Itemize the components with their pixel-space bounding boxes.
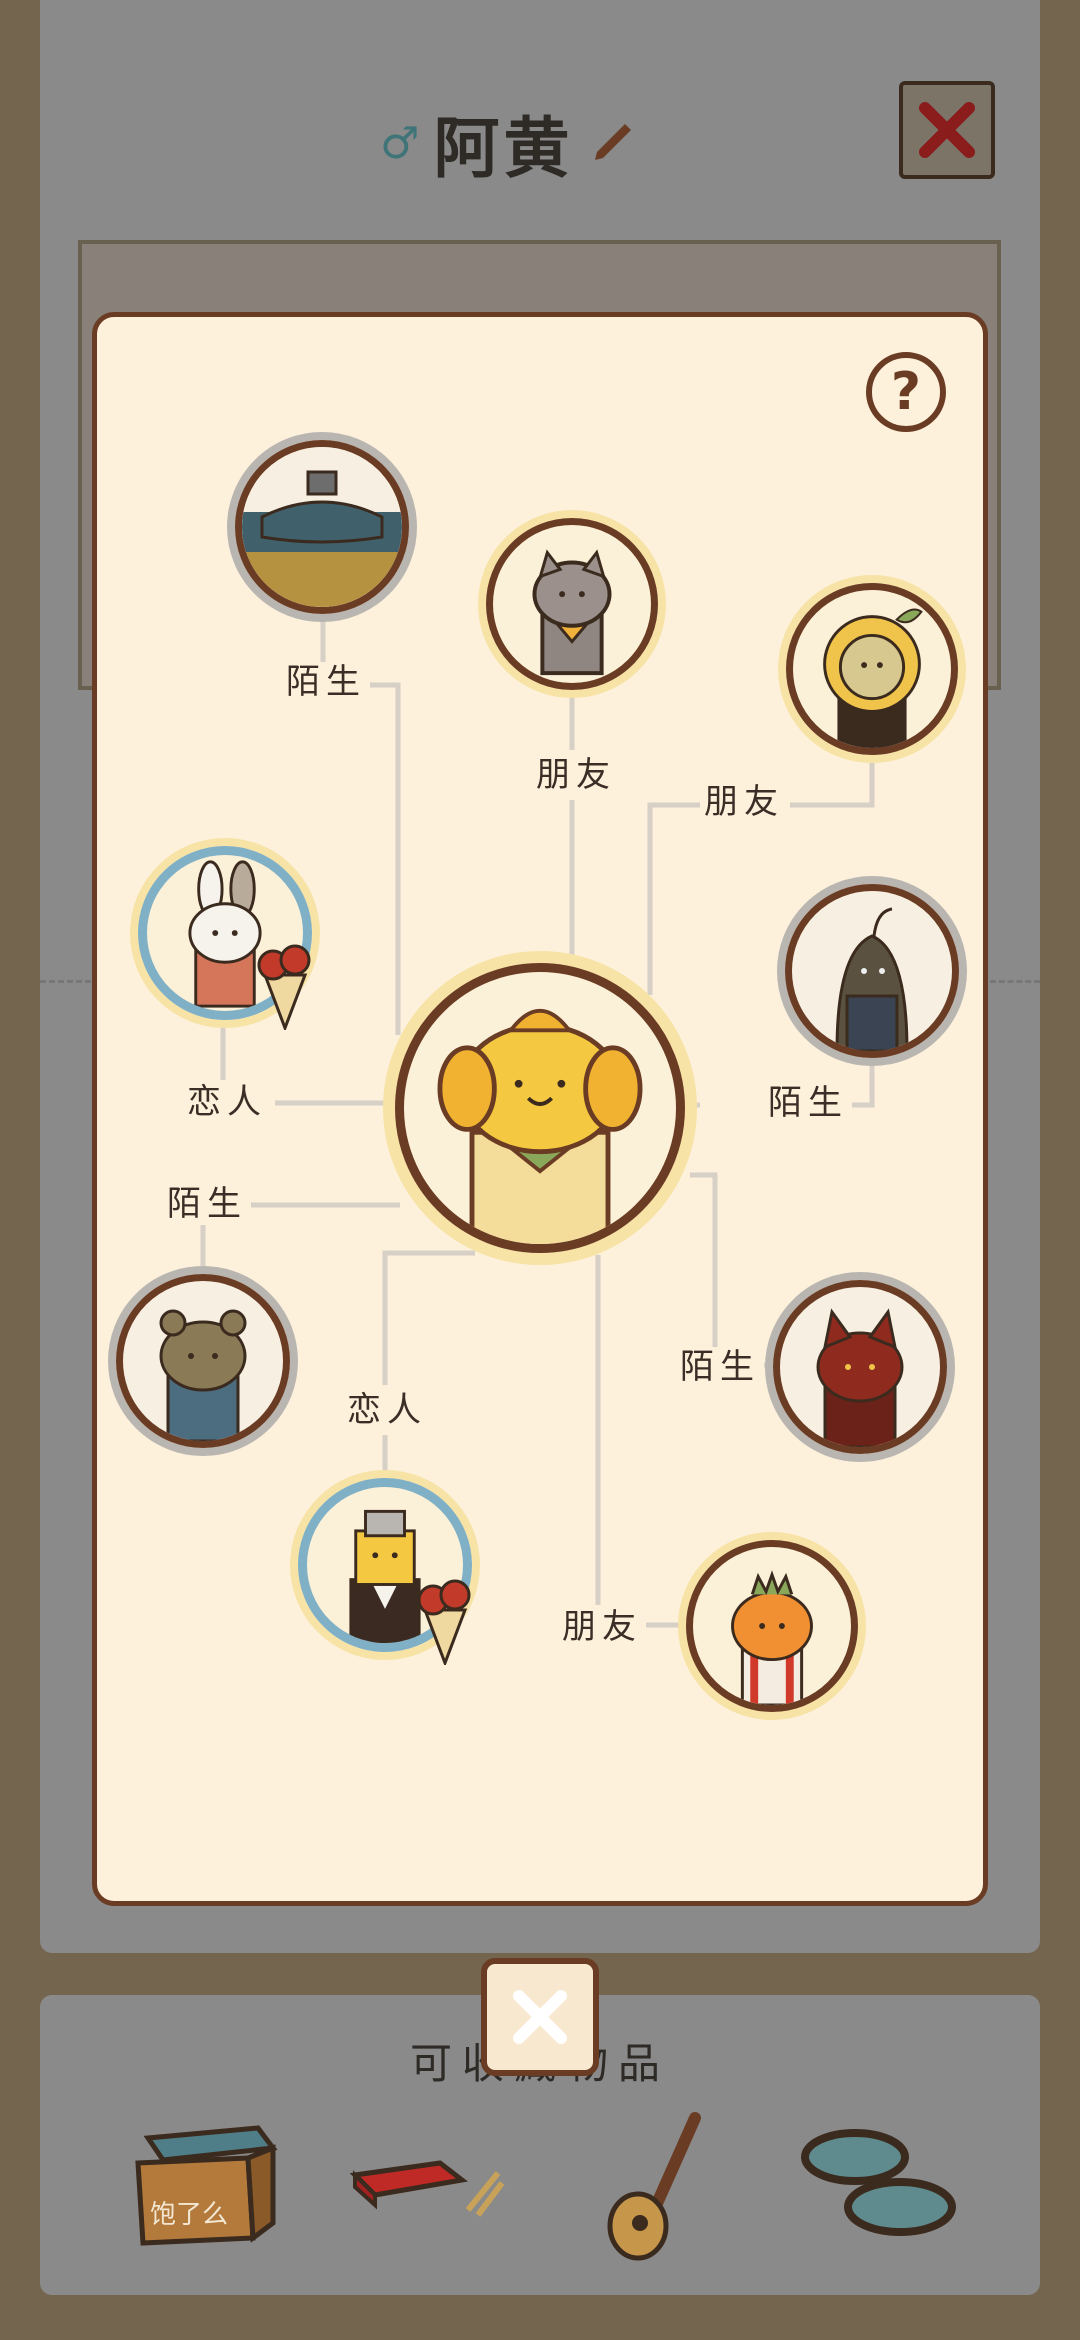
divider <box>990 980 1040 983</box>
node-raccoon[interactable] <box>478 510 666 698</box>
node-sunflower[interactable] <box>778 575 966 763</box>
relation-label: 陌生 <box>282 662 370 702</box>
male-icon: ♂ <box>380 117 420 169</box>
sprout-suit-avatar <box>835 907 909 1051</box>
slippers-icon[interactable] <box>800 2122 960 2242</box>
relation-label: 恋人 <box>183 1082 271 1122</box>
node-orange-carrot[interactable] <box>678 1532 866 1720</box>
question-icon: ? <box>890 362 922 422</box>
orange-carrot-avatar <box>731 1570 813 1705</box>
box-text: 饱了么 <box>150 2200 228 2230</box>
profile-close-button[interactable] <box>899 81 995 179</box>
node-red-fox[interactable] <box>765 1272 955 1462</box>
node-brown-bear[interactable] <box>108 1266 298 1456</box>
red-fox-avatar <box>816 1308 904 1447</box>
center-avatar[interactable] <box>383 951 697 1265</box>
relation-label: 恋人 <box>343 1390 431 1430</box>
relation-label: 陌生 <box>764 1083 852 1123</box>
bouquet-icon <box>417 1579 471 1665</box>
cat-name: 阿黄 <box>433 110 574 187</box>
dialog-close-button[interactable] <box>481 1958 599 2076</box>
node-sprout-suit[interactable] <box>777 876 967 1066</box>
brown-bear-avatar <box>159 1309 247 1441</box>
sunflower-avatar <box>823 608 923 748</box>
profile-title: ♂ 阿黄 <box>380 95 637 191</box>
cardboard-box-icon[interactable]: 饱了么 <box>128 2118 278 2248</box>
relation-label: 朋友 <box>700 782 788 822</box>
robot-boat-avatar <box>242 447 402 607</box>
relation-label: 朋友 <box>558 1607 646 1647</box>
close-icon <box>919 102 975 158</box>
relation-label: 朋友 <box>532 755 620 795</box>
yellow-dog-avatar <box>437 1008 643 1244</box>
relation-label: 陌生 <box>676 1347 764 1387</box>
mahjong-box-icon[interactable] <box>350 2145 505 2225</box>
bouquet-icon <box>257 944 311 1030</box>
guitar-icon[interactable] <box>600 2108 705 2263</box>
relation-label: 陌生 <box>163 1184 251 1224</box>
raccoon-avatar <box>532 549 612 676</box>
node-robot-boat[interactable] <box>227 432 417 622</box>
close-icon <box>513 1990 567 2044</box>
divider <box>40 980 100 983</box>
pencil-icon[interactable] <box>587 118 637 168</box>
help-button[interactable]: ? <box>866 352 946 432</box>
